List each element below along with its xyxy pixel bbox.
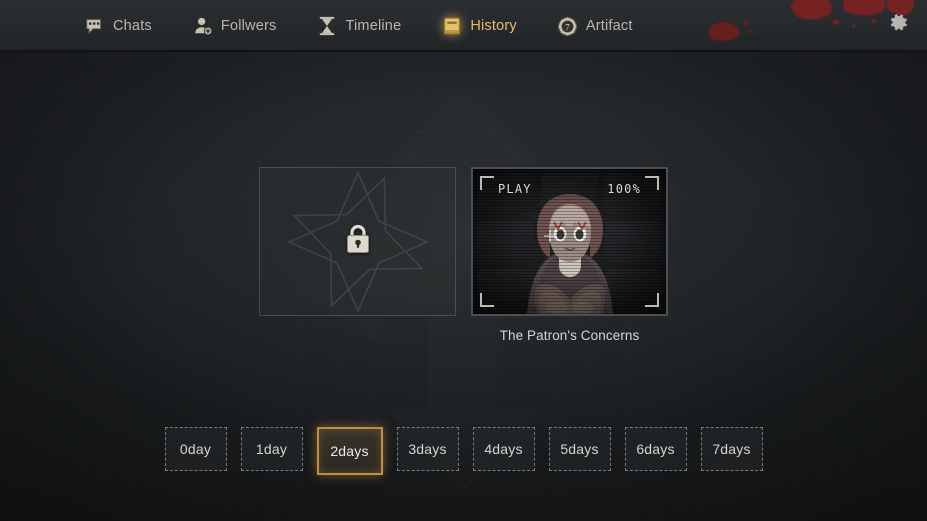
day-button-label: 6days	[636, 441, 675, 457]
history-card-locked	[259, 167, 456, 316]
day-button-label: 2days	[330, 443, 369, 459]
nav-label-follwers: Follwers	[220, 18, 277, 34]
day-button-3days[interactable]: 3days	[396, 427, 459, 471]
nav-label-chats: Chats	[113, 18, 152, 34]
person-add-icon	[192, 15, 214, 37]
gear-icon	[886, 10, 911, 40]
nav-item-history[interactable]: History	[437, 8, 521, 44]
day-button-label: 0day	[179, 441, 212, 457]
day-button-7days[interactable]: 7days	[700, 427, 763, 471]
day-button-label: 3days	[408, 441, 447, 457]
nav-items-container: Chats Follwers Timeline History 7 Artifa…	[80, 0, 637, 50]
app-root: Chats Follwers Timeline History 7 Artifa…	[0, 0, 927, 521]
day-button-label: 5days	[560, 441, 599, 457]
book-icon	[441, 15, 463, 37]
play-status-label: PLAY	[498, 182, 532, 196]
history-stage: PLAY 100% The Patron's Concerns 0day 1da…	[0, 52, 927, 521]
card-title-patrons-concerns: The Patron's Concerns	[499, 328, 640, 343]
padlock-icon	[343, 222, 373, 261]
day-button-label: 1day	[255, 441, 288, 457]
locked-card-frame[interactable]	[259, 167, 456, 316]
hourglass-icon	[316, 15, 338, 37]
day-button-2days[interactable]: 2days	[316, 427, 383, 475]
day-button-4days[interactable]: 4days	[472, 427, 535, 471]
nav-label-artifact: Artifact	[585, 18, 633, 34]
svg-text:7: 7	[565, 22, 570, 32]
nav-item-follwers[interactable]: Follwers	[188, 8, 281, 44]
day-selector: 0day 1day 2days 3days 4days 5days 6days …	[0, 427, 927, 475]
history-card-grid: PLAY 100% The Patron's Concerns	[0, 167, 927, 343]
chat-bubble-icon	[84, 15, 106, 37]
video-thumbnail-frame[interactable]: PLAY 100%	[471, 167, 668, 316]
day-button-0day[interactable]: 0day	[164, 427, 227, 471]
settings-button[interactable]	[883, 10, 913, 40]
hooded-character-illustration	[526, 194, 613, 314]
day-button-5days[interactable]: 5days	[548, 427, 611, 471]
nav-item-chats[interactable]: Chats	[80, 8, 156, 44]
day-button-label: 7days	[712, 441, 751, 457]
completion-percent-label: 100%	[607, 182, 641, 196]
nav-item-artifact[interactable]: 7 Artifact	[553, 8, 637, 44]
day-button-6days[interactable]: 6days	[624, 427, 687, 471]
day-button-label: 4days	[484, 441, 523, 457]
nav-item-timeline[interactable]: Timeline	[312, 8, 405, 44]
top-navigation-bar: Chats Follwers Timeline History 7 Artifa…	[0, 0, 927, 52]
nav-label-timeline: Timeline	[345, 18, 402, 34]
coin-seven-icon: 7	[557, 15, 579, 37]
blood-splatter-decoration-left	[708, 20, 754, 41]
history-card-patrons-concerns: PLAY 100% The Patron's Concerns	[471, 167, 668, 343]
day-button-1day[interactable]: 1day	[240, 427, 303, 471]
nav-label-history: History	[470, 18, 517, 34]
